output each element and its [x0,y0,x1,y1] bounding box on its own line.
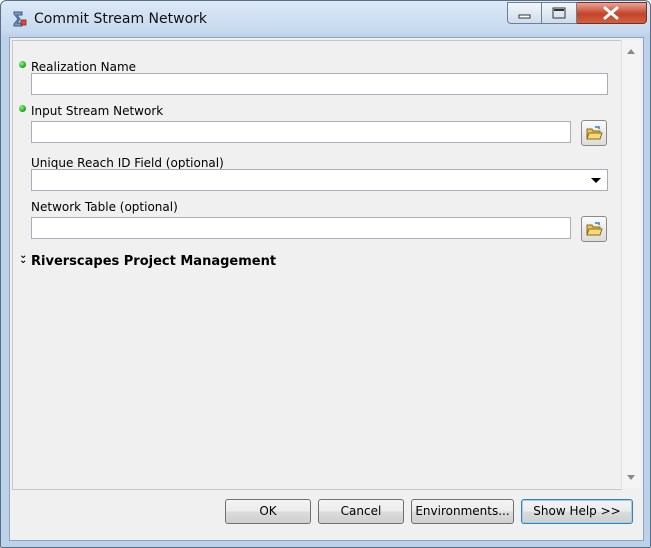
realization-name-label: Realization Name [31,60,137,74]
tool-icon [13,11,27,27]
realization-name-input[interactable] [31,73,608,95]
dialog-window: Commit Stream Network Realization Name I… [0,0,651,548]
dialog-body: Realization Name Input Stream Network Un… [9,37,644,541]
ok-button[interactable]: OK [225,499,311,524]
input-stream-network-input[interactable] [31,121,571,143]
close-icon [603,6,619,20]
parameters-panel: Realization Name Input Stream Network Un… [12,40,622,490]
section-riverscapes-project-management[interactable]: Riverscapes Project Management [31,254,276,269]
network-table-browse-button[interactable] [581,216,607,242]
network-table-input[interactable] [31,217,571,239]
network-table-label: Network Table (optional) [31,200,178,214]
window-title: Commit Stream Network [34,11,208,27]
folder-open-icon [586,222,603,236]
minimize-button[interactable] [507,2,542,24]
chevron-down-icon[interactable] [591,178,601,183]
input-stream-network-label: Input Stream Network [31,104,164,118]
maximize-icon [552,7,566,19]
scroll-up-icon[interactable] [627,49,635,54]
scroll-down-icon[interactable] [627,475,635,480]
required-indicator-icon [19,105,26,112]
chevron-double-down-icon[interactable]: ⌄ ⌄ [19,251,27,266]
required-indicator-icon [19,61,26,68]
title-bar[interactable]: Commit Stream Network [1,1,650,37]
unique-reach-id-dropdown[interactable] [31,169,608,191]
unique-reach-id-label: Unique Reach ID Field (optional) [31,156,224,170]
maximize-button[interactable] [542,2,577,24]
show-help-button[interactable]: Show Help >> [521,499,633,524]
vertical-scrollbar[interactable] [621,40,641,488]
folder-open-icon [586,126,603,140]
environments-button[interactable]: Environments... [411,499,514,524]
minimize-icon [518,14,531,19]
cancel-button[interactable]: Cancel [318,499,404,524]
input-stream-network-browse-button[interactable] [581,120,607,146]
close-button[interactable] [577,2,647,24]
